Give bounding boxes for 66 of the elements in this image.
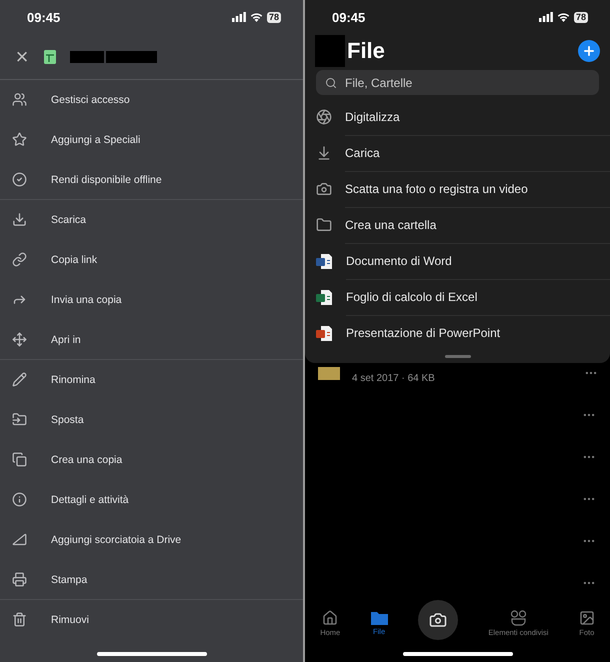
sheet-handle [444,355,470,358]
folder-icon [316,217,332,233]
download-icon [12,212,27,227]
star-icon [12,132,27,147]
aperture-icon [316,109,332,125]
menu-item[interactable]: Digitalizza [305,99,610,135]
people-icon [510,610,527,626]
move-arrows-icon [12,332,27,347]
redaction-bar [70,50,104,62]
copy-icon [12,452,27,467]
spreadsheet-icon [44,50,56,64]
status-time: 09:45 [332,10,366,24]
menu-item[interactable]: Foglio di calcolo di Excel [305,279,610,315]
folder-icon [370,610,388,625]
menu-item[interactable]: Crea una cartella [305,207,610,243]
menu-item[interactable]: Carica [305,135,610,171]
menu-item[interactable]: Scatta una foto o registra un video [305,171,610,207]
menu-item[interactable]: Documento di Word [305,243,610,279]
status-time: 09:45 [27,10,60,24]
action-item[interactable]: Crea una copia [0,440,303,480]
action-item[interactable]: Apri in [0,320,303,360]
wifi-icon [556,12,570,22]
action-item[interactable]: Copia link [0,240,303,280]
page-title: File [347,38,386,64]
battery-level: 78 [266,12,281,22]
people-icon [12,92,27,107]
search-field[interactable]: File, Cartelle [316,70,599,95]
battery-level: 78 [574,12,588,22]
check-circle-icon [12,172,27,187]
signal-icon [232,12,246,22]
action-item[interactable]: Stampa [0,560,303,600]
trash-icon [12,612,27,627]
folder-arrow-icon [12,412,27,427]
camera-button[interactable] [418,600,458,640]
add-button[interactable] [578,40,600,62]
file-meta: 4 set 2017 · 64 KB [352,373,436,386]
action-item[interactable]: Invia una copia [0,280,303,320]
printer-icon [12,572,27,587]
plus-icon [582,44,596,58]
action-item[interactable]: Sposta [0,400,303,440]
menu-item[interactable]: Presentazione di PowerPoint [305,315,610,351]
action-item[interactable]: Aggiungi a Speciali [0,120,303,160]
wifi-icon [250,12,263,22]
folder-thumbnail [318,367,340,380]
redaction-bar [106,50,157,62]
document-icon [316,324,333,342]
document-icon [316,288,333,306]
home-icon [322,610,338,626]
pencil-icon [12,372,27,387]
action-item[interactable]: Rinomina [0,360,303,400]
camera-icon [428,611,447,629]
action-item[interactable]: Dettagli e attività [0,480,303,520]
signal-icon [538,12,553,22]
document-icon [316,252,333,270]
action-item[interactable]: Rendi disponibile offline [0,160,303,200]
image-icon [578,610,595,626]
action-item[interactable]: Aggiungi scorciatoia a Drive [0,520,303,560]
close-button[interactable]: × [14,46,30,66]
action-item[interactable]: Gestisci accesso [0,80,303,120]
link-icon [12,252,27,267]
camera-icon [316,181,332,197]
action-item[interactable]: Rimuovi [0,600,303,640]
search-icon [325,77,337,89]
action-item[interactable]: Scarica [0,200,303,240]
info-icon [12,492,27,507]
redaction-block [315,35,345,67]
